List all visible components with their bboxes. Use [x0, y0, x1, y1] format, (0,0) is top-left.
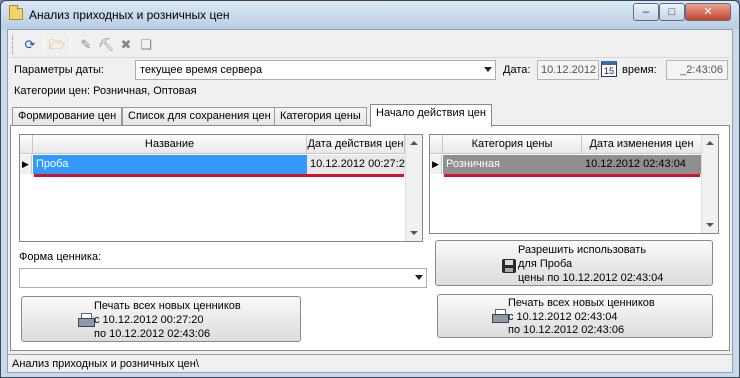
toolbar-separator	[43, 36, 44, 54]
row-pointer-icon: ▶	[20, 155, 32, 174]
chevron-down-icon	[415, 275, 423, 280]
tab-price-start[interactable]: Начало действия цен	[370, 104, 492, 127]
date-mode-value: текущее время сервера	[140, 64, 263, 76]
copy-icon[interactable]: ❏	[136, 35, 156, 55]
cell-name[interactable]: Проба	[33, 155, 307, 174]
column-header-name[interactable]: Название	[33, 135, 307, 154]
scroll-up-icon[interactable]	[706, 141, 714, 145]
print-right-line1: Печать всех новых ценников	[508, 297, 655, 309]
toolbar: ⟳ 🗁 ✎ ⛏ ✖ ❏	[10, 32, 730, 58]
folder-icon	[9, 5, 23, 20]
printer-icon	[492, 309, 509, 323]
date-field[interactable]: 10.12.2012	[537, 60, 599, 80]
maximize-button[interactable]: □	[659, 3, 685, 21]
toolbar-separator	[70, 36, 71, 54]
chevron-down-icon	[484, 67, 492, 72]
column-header-category[interactable]: Категория цены	[443, 135, 582, 154]
client-area: ⟳ 🗁 ✎ ⛏ ✖ ❏ Параметры даты: текущее врем…	[7, 29, 733, 373]
date-mode-select[interactable]: текущее время сервера	[135, 60, 496, 80]
title-bar[interactable]: Анализ приходных и розничных цен – □ ✕	[1, 1, 739, 29]
print-left-line1: Печать всех новых ценников	[94, 300, 241, 312]
allow-use-line1: Разрешить использовать	[518, 244, 647, 256]
column-header-change-date[interactable]: Дата изменения цен	[582, 135, 702, 154]
tab-panel-price-start: Название Дата действия цен ▶ Проба 10.12…	[10, 125, 730, 351]
close-button[interactable]: ✕	[685, 3, 731, 21]
app-window: Анализ приходных и розничных цен – □ ✕ ⟳…	[0, 0, 740, 378]
delete-icon[interactable]: ✖	[116, 35, 136, 55]
print-new-tags-button-right[interactable]: Печать всех новых ценников с 10.12.2012 …	[437, 294, 713, 338]
cell-category[interactable]: Розничная	[443, 155, 582, 174]
date-params-label: Параметры даты:	[14, 64, 104, 76]
print-left-line2: с 10.12.2012 00:27:20	[94, 314, 204, 326]
allow-use-line3: цены по 10.12.2012 02:43:04	[518, 272, 664, 284]
minimize-button[interactable]: –	[633, 3, 659, 21]
cell-change-date[interactable]: 10.12.2012 02:43:04	[582, 155, 702, 174]
right-grid-scrollbar[interactable]	[701, 135, 718, 233]
price-tag-form-select[interactable]	[19, 268, 427, 288]
price-categories-label: Категории цен: Розничная, Оптовая	[14, 85, 197, 97]
price-tag-form-label: Форма ценника:	[19, 251, 102, 263]
date-value: 10.12.2012	[541, 64, 597, 76]
price-list-grid[interactable]: Название Дата действия цен ▶ Проба 10.12…	[19, 134, 423, 242]
table-row[interactable]: ▶ Проба 10.12.2012 00:27:20	[20, 155, 411, 174]
stamp-icon[interactable]: ⛏	[96, 35, 116, 55]
tab-price-category[interactable]: Категория цены	[274, 107, 367, 126]
floppy-icon	[502, 259, 516, 273]
time-caption: время:	[622, 64, 657, 76]
grid-corner	[430, 135, 443, 154]
open-folder-icon[interactable]: 🗁	[47, 35, 67, 55]
allow-use-button[interactable]: Разрешить использовать для Проба цены по…	[435, 240, 713, 286]
date-caption: Дата:	[503, 64, 531, 76]
status-bar: Анализ приходных и розничных цен\	[8, 354, 732, 372]
window-title: Анализ приходных и розничных цен	[29, 8, 230, 22]
grid-corner	[20, 135, 33, 154]
status-text: Анализ приходных и розничных цен\	[12, 358, 199, 370]
printer-icon	[78, 313, 95, 327]
allow-use-line2: для Проба	[518, 258, 573, 270]
calendar-icon[interactable]: 15	[601, 61, 617, 77]
eraser-icon[interactable]: ✎	[76, 35, 96, 55]
scroll-down-icon[interactable]	[410, 231, 418, 235]
print-new-tags-button-left[interactable]: Печать всех новых ценников с 10.12.2012 …	[21, 296, 301, 342]
toolbar-grip[interactable]	[12, 35, 15, 54]
scroll-down-icon[interactable]	[706, 223, 714, 227]
scroll-up-icon[interactable]	[410, 141, 418, 145]
print-right-line2: с 10.12.2012 02:43:04	[508, 311, 618, 323]
left-grid-scrollbar[interactable]	[405, 135, 422, 241]
tab-save-list[interactable]: Список для сохранения цен	[122, 107, 277, 126]
highlight-underline	[444, 174, 700, 177]
price-category-grid[interactable]: Категория цены Дата изменения цен ▶ Розн…	[429, 134, 719, 234]
time-field[interactable]: _2:43:06	[666, 60, 728, 80]
column-header-action-date[interactable]: Дата действия цен	[307, 135, 405, 154]
refresh-icon[interactable]: ⟳	[20, 35, 40, 55]
cell-action-date[interactable]: 10.12.2012 00:27:20	[307, 155, 411, 174]
table-row[interactable]: ▶ Розничная 10.12.2012 02:43:04	[430, 155, 702, 174]
print-left-line3: по 10.12.2012 02:43:06	[94, 328, 211, 340]
print-right-line3: по 10.12.2012 02:43:06	[508, 324, 625, 336]
highlight-underline	[34, 174, 404, 177]
row-pointer-icon: ▶	[430, 155, 442, 174]
tab-price-formation[interactable]: Формирование цен	[12, 107, 123, 126]
time-value: _2:43:06	[680, 64, 723, 76]
